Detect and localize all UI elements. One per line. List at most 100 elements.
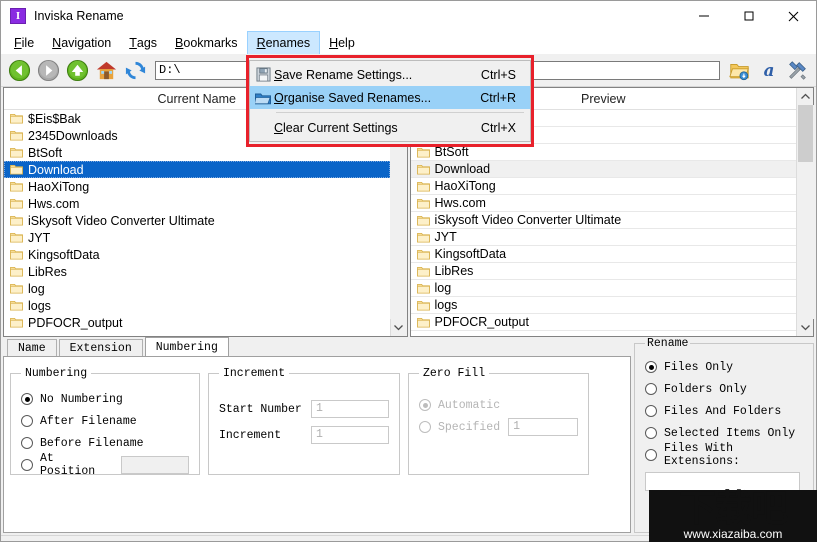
radio-specified[interactable]: Specified 1 [419,416,579,438]
radio-after-filename[interactable]: After Filename [21,410,189,432]
folder-icon [10,232,23,243]
list-item[interactable]: logs [410,297,796,314]
minimize-button[interactable] [681,1,726,31]
radio-folders-only[interactable]: Folders Only [645,378,803,400]
list-item[interactable]: HaoXiTong [410,178,796,195]
at-position-input[interactable] [121,456,189,474]
menu-navigation[interactable]: Navigation [43,31,120,54]
radio-files-only[interactable]: Files Only [645,356,803,378]
list-item-label: JYT [28,230,51,245]
home-icon[interactable] [92,56,121,85]
menu-tags[interactable]: Tags [120,31,166,54]
list-item-label: $Eis$Bak [28,111,81,126]
radio-no-numbering-indicator[interactable] [21,393,33,405]
back-arrow-icon[interactable] [5,56,34,85]
list-item[interactable]: HaoXiTong [4,178,390,195]
increment-input[interactable]: 1 [311,426,389,444]
menu-bookmarks-label: ookmarks [183,35,238,50]
radio-before-filename[interactable]: Before Filename [21,432,189,454]
radio-automatic[interactable]: Automatic [419,394,578,416]
list-item[interactable]: JYT [410,229,796,246]
folder-icon [416,232,430,243]
start-number-input[interactable]: 1 [311,400,389,418]
list-item[interactable]: KingsoftData [410,246,796,263]
menu-tags-label: ags [136,35,158,50]
tab-name[interactable]: Name [7,339,57,356]
forward-arrow-icon[interactable] [34,56,63,85]
menu-file[interactable]: File [5,31,43,54]
list-item[interactable]: LibRes [410,263,796,280]
extensions-input[interactable] [645,472,800,491]
right-scroll-up-icon[interactable] [797,88,814,105]
folder-icon [10,181,23,192]
tab-numbering[interactable]: Numbering [144,337,229,356]
left-scroll-down-icon[interactable] [390,319,407,336]
menu-item-clear-current-settings[interactable]: Clear Current Settings Ctrl+X [250,116,530,139]
folder-open-icon[interactable] [725,56,754,85]
radio-files-only-indicator[interactable] [645,361,657,373]
font-a-icon[interactable]: a [754,56,783,85]
menu-renames[interactable]: Renames [246,31,321,54]
right-vertical-scrollbar[interactable] [796,88,814,336]
list-item[interactable]: iSkysoft Video Converter Ultimate [410,212,796,229]
close-button[interactable] [771,1,816,31]
list-item-label: log [434,281,452,295]
tools-icon[interactable] [783,56,812,85]
radio-files-and-folders-indicator[interactable] [645,405,657,417]
list-item[interactable]: Download [4,161,390,178]
radio-at-position-indicator[interactable] [21,459,33,471]
up-arrow-icon[interactable] [63,56,92,85]
list-item-label: iSkysoft Video Converter Ultimate [28,213,215,228]
menu-separator [276,112,524,113]
radio-selected-items-only[interactable]: Selected Items Only [645,422,803,444]
right-scroll-down-icon[interactable] [797,319,814,336]
menu-item-save-rename-settings-label: Save Rename Settings... [274,67,413,82]
menu-item-organise-saved-renames[interactable]: Organise Saved Renames... Ctrl+R [250,86,530,109]
maximize-button[interactable] [726,1,771,31]
organise-saved-renames-rest: rganise Saved Renames... [283,90,432,105]
radio-no-numbering[interactable]: No Numbering [21,388,189,410]
list-item[interactable]: log [410,280,796,297]
list-item[interactable]: logs [4,297,390,314]
list-item[interactable]: Hws.com [410,195,796,212]
list-item[interactable]: iSkysoft Video Converter Ultimate [4,212,390,229]
radio-files-and-folders[interactable]: Files And Folders [645,400,803,422]
radio-selected-items-only-indicator[interactable] [645,427,657,439]
right-scroll-thumb[interactable] [797,105,813,162]
toolbar-right-group: a [725,56,812,85]
folder-icon [416,300,430,311]
radio-folders-only-indicator[interactable] [645,383,657,395]
folder-icon [10,147,23,158]
specified-input[interactable]: 1 [508,418,579,436]
radio-automatic-indicator[interactable] [419,399,431,411]
list-item-label: LibRes [28,264,67,279]
title-bar: I Inviska Rename [1,1,816,31]
numbering-group: Numbering No Numbering After Filename Be… [10,367,200,478]
radio-folders-only-label: Folders Only [664,382,747,396]
refresh-icon[interactable] [121,56,150,85]
menu-item-save-rename-settings[interactable]: Save Rename Settings... Ctrl+S [250,63,530,86]
menu-bookmarks[interactable]: Bookmarks [166,31,247,54]
list-item[interactable]: Download [410,161,796,178]
radio-after-filename-label: After Filename [40,414,137,428]
radio-before-filename-indicator[interactable] [21,437,33,449]
list-item[interactable]: PDFOCR_output [410,314,796,331]
list-item-label: KingsoftData [28,247,100,262]
radio-after-filename-indicator[interactable] [21,415,33,427]
radio-selected-items-only-label: Selected Items Only [664,426,796,440]
list-item[interactable]: Hws.com [4,195,390,212]
radio-files-with-extensions-indicator[interactable] [645,449,657,461]
list-item[interactable]: LibRes [4,263,390,280]
radio-files-with-extensions[interactable]: Files With Extensions: [645,442,803,468]
rename-button[interactable]: Rename [659,497,779,520]
menu-renames-label: enames [265,36,311,50]
radio-at-position[interactable]: At Position [21,452,189,478]
menu-help[interactable]: Help [320,31,364,54]
list-item[interactable]: KingsoftData [4,246,390,263]
list-item[interactable]: JYT [4,229,390,246]
radio-specified-indicator[interactable] [419,421,431,433]
list-item[interactable]: log [4,280,390,297]
list-item[interactable]: PDFOCR_output [4,314,390,331]
tab-extension[interactable]: Extension [58,339,143,356]
right-scroll-track[interactable] [796,105,814,319]
